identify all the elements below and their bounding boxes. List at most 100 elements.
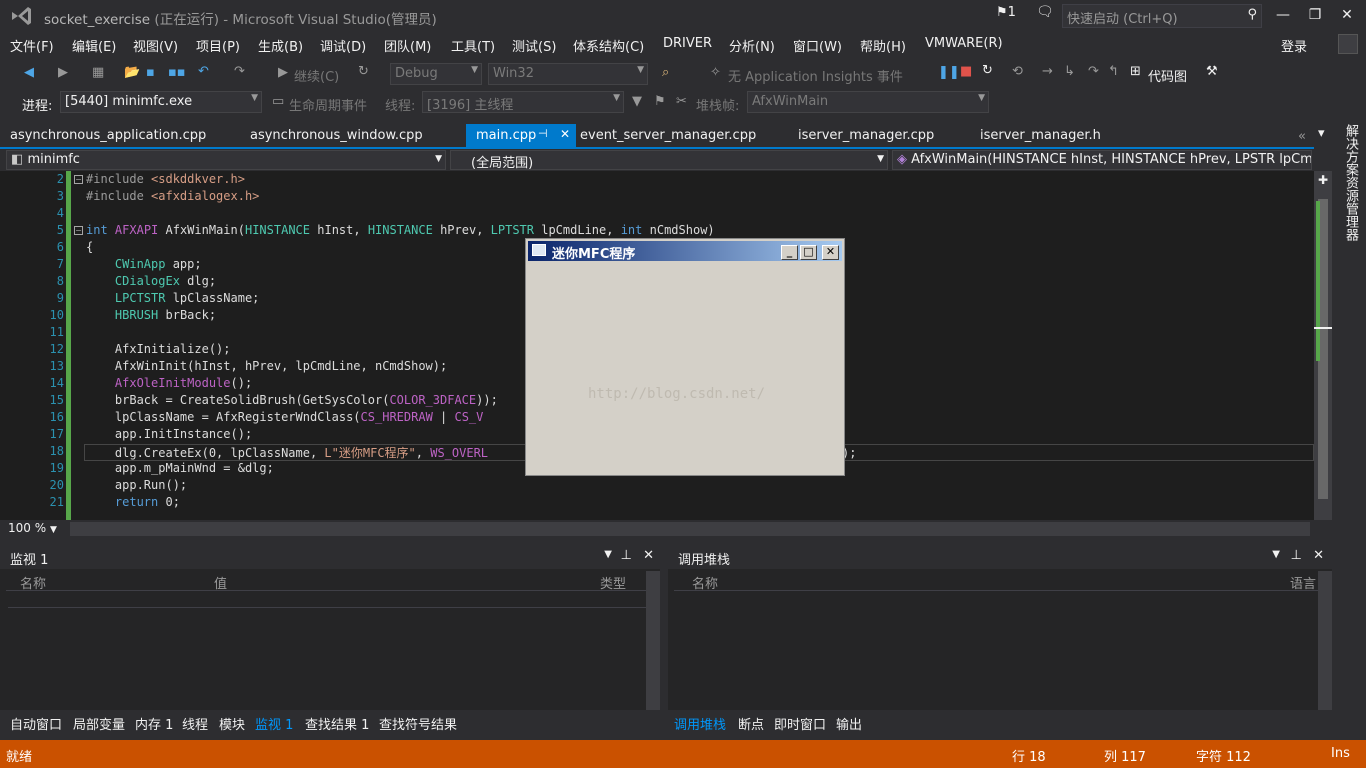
pin-icon[interactable]: ⊥ xyxy=(621,548,632,563)
stackframe-select[interactable]: AfxWinMain ▼ xyxy=(747,91,989,113)
menu-vmware[interactable]: VMWARE(R) xyxy=(925,36,1003,51)
tab-find-results[interactable]: 查找结果 1 xyxy=(305,714,369,733)
close-panel-icon[interactable]: ✕ xyxy=(643,548,654,563)
filter-icon[interactable]: ▼ xyxy=(632,94,642,109)
quick-launch-input[interactable]: 快速启动 (Ctrl+Q) ⚲ xyxy=(1062,4,1262,28)
watch-scrollbar[interactable] xyxy=(646,571,660,710)
code-line[interactable]: #include <afxdialogex.h> xyxy=(86,189,259,203)
redo-icon[interactable]: ↷ xyxy=(234,64,245,79)
step-out-icon[interactable]: ↰ xyxy=(1108,64,1119,79)
config-select[interactable]: Debug ▼ xyxy=(390,63,482,85)
insights-icon[interactable]: ✧ xyxy=(710,65,721,80)
app-icon[interactable] xyxy=(532,244,546,256)
code-line[interactable]: CDialogEx dlg; xyxy=(86,274,216,288)
tab-overflow-icon[interactable]: « xyxy=(1298,129,1306,144)
menu-build[interactable]: 生成(B) xyxy=(258,36,303,55)
menu-file[interactable]: 文件(F) xyxy=(10,36,54,55)
tab-event-server-manager[interactable]: event_server_manager.cpp xyxy=(570,124,766,148)
tab-modules[interactable]: 模块 xyxy=(219,714,245,733)
menu-debug[interactable]: 调试(D) xyxy=(320,36,366,55)
code-map-icon[interactable]: ⊞ xyxy=(1130,64,1141,79)
tab-watch1[interactable]: 监视 1 xyxy=(255,714,293,733)
mfc-maximize-button[interactable]: □ xyxy=(800,245,817,260)
code-line[interactable]: app.InitInstance(); xyxy=(86,427,252,441)
menu-team[interactable]: 团队(M) xyxy=(384,36,431,55)
code-line[interactable]: LPCTSTR lpClassName; xyxy=(86,291,260,305)
open-file-icon[interactable]: 📂 xyxy=(124,65,140,80)
tab-find-symbol[interactable]: 查找符号结果 xyxy=(379,714,457,733)
code-line[interactable]: int AFXAPI AfxWinMain(HINSTANCE hInst, H… xyxy=(86,223,715,237)
close-button[interactable]: ✕ xyxy=(1332,4,1362,26)
menu-tools[interactable]: 工具(T) xyxy=(451,36,495,55)
feedback-icon[interactable]: 🗨 xyxy=(1036,4,1054,20)
new-project-icon[interactable]: ▦ xyxy=(92,65,104,80)
code-line[interactable]: AfxWinInit(hInst, hPrev, lpCmdLine, nCmd… xyxy=(86,359,447,373)
fold-toggle-icon[interactable]: − xyxy=(74,226,83,235)
editor-vertical-scrollbar[interactable]: ✚ xyxy=(1314,171,1332,520)
code-line[interactable]: HBRUSH brBack; xyxy=(86,308,216,322)
lifecycle-events[interactable]: 生命周期事件 xyxy=(289,95,367,114)
tab-dropdown-icon[interactable]: ▾ xyxy=(1318,126,1325,141)
maximize-button[interactable]: ❐ xyxy=(1300,4,1330,26)
close-panel-icon[interactable]: ✕ xyxy=(1313,548,1324,563)
continue-label[interactable]: 继续(C) xyxy=(294,66,339,85)
callstack-scrollbar[interactable] xyxy=(1318,571,1332,710)
tab-threads[interactable]: 线程 xyxy=(182,714,208,733)
mfc-dialog-window[interactable]: 迷你MFC程序 _ □ ✕ xyxy=(525,238,845,476)
forward-icon[interactable]: ▶ xyxy=(58,65,68,80)
hot-reload-icon[interactable]: ⟲ xyxy=(1012,64,1023,79)
mfc-caption[interactable]: 迷你MFC程序 _ □ ✕ xyxy=(528,241,842,262)
login-link[interactable]: 登录 xyxy=(1281,36,1307,55)
menu-help[interactable]: 帮助(H) xyxy=(860,36,906,55)
stop-icon[interactable]: ■ xyxy=(960,64,972,79)
find-in-files-icon[interactable]: ⌕ xyxy=(662,65,669,80)
code-line[interactable]: #include <sdkddkver.h> xyxy=(86,172,245,186)
save-all-icon[interactable]: ▪▪ xyxy=(168,65,186,80)
code-line[interactable]: CWinApp app; xyxy=(86,257,202,271)
menu-analyze[interactable]: 分析(N) xyxy=(729,36,775,55)
solution-explorer-tab[interactable]: 解决方案资源管理器 xyxy=(1338,124,1360,254)
menu-project[interactable]: 项目(P) xyxy=(196,36,240,55)
process-select[interactable]: [5440] minimfc.exe ▼ xyxy=(60,91,262,113)
split-editor-icon[interactable]: ✚ xyxy=(1318,173,1328,187)
notification-flag[interactable]: ⚑1 xyxy=(996,5,1016,20)
editor-horizontal-scrollbar[interactable] xyxy=(70,522,1310,536)
tab-output[interactable]: 输出 xyxy=(836,714,862,733)
code-line[interactable]: brBack = CreateSolidBrush(GetSysColor(CO… xyxy=(86,393,498,407)
back-icon[interactable]: ◀ xyxy=(24,65,34,80)
flag-thread-icon[interactable]: ⚑ xyxy=(654,94,666,109)
pause-icon[interactable]: ❚❚ xyxy=(938,65,960,80)
close-tab-icon[interactable]: ✕ xyxy=(560,127,570,141)
restart-icon[interactable]: ↻ xyxy=(358,64,369,79)
thread-select[interactable]: [3196] 主线程 ▼ xyxy=(422,91,624,113)
tab-iserver-manager-h[interactable]: iserver_manager.h xyxy=(970,124,1111,148)
zoom-level-select[interactable]: 100 % ▼ xyxy=(8,521,57,535)
menu-view[interactable]: 视图(V) xyxy=(133,36,178,55)
tab-memory1[interactable]: 内存 1 xyxy=(135,714,173,733)
platform-select[interactable]: Win32 ▼ xyxy=(488,63,648,85)
code-line[interactable]: AfxInitialize(); xyxy=(86,342,231,356)
undo-icon[interactable]: ↶ xyxy=(198,64,209,79)
tab-iserver-manager-cpp[interactable]: iserver_manager.cpp xyxy=(788,124,944,148)
tab-breakpoints[interactable]: 断点 xyxy=(738,714,764,733)
code-line[interactable]: lpClassName = AfxRegisterWndClass(CS_HRE… xyxy=(86,410,484,424)
avatar[interactable] xyxy=(1338,34,1358,54)
tab-asynchronous-window[interactable]: asynchronous_window.cpp xyxy=(240,124,433,148)
tab-locals[interactable]: 局部变量 xyxy=(73,714,125,733)
menu-edit[interactable]: 编辑(E) xyxy=(72,36,116,55)
code-line[interactable]: app.Run(); xyxy=(86,478,187,492)
project-dropdown[interactable]: ◧ minimfc ▼ xyxy=(6,150,446,170)
insights-label[interactable]: 无 Application Insights 事件 xyxy=(728,66,903,85)
step-into-icon[interactable]: ↳ xyxy=(1064,64,1075,79)
code-line[interactable]: { xyxy=(86,240,93,254)
split-stack-icon[interactable]: ✂ xyxy=(676,94,687,109)
menu-test[interactable]: 测试(S) xyxy=(512,36,556,55)
step-over-icon[interactable]: ↷ xyxy=(1088,64,1099,79)
toolbar-options-icon[interactable]: ⚒ xyxy=(1206,64,1218,79)
restart-debug-icon[interactable]: ↻ xyxy=(982,63,993,78)
tab-main-cpp[interactable]: main.cpp ⊣ ✕ xyxy=(466,124,576,148)
pin-icon[interactable]: ⊥ xyxy=(1291,548,1302,563)
tab-autos[interactable]: 自动窗口 xyxy=(10,714,62,733)
tab-asynchronous-application[interactable]: asynchronous_application.cpp xyxy=(0,124,216,148)
code-map-label[interactable]: 代码图 xyxy=(1148,66,1187,85)
